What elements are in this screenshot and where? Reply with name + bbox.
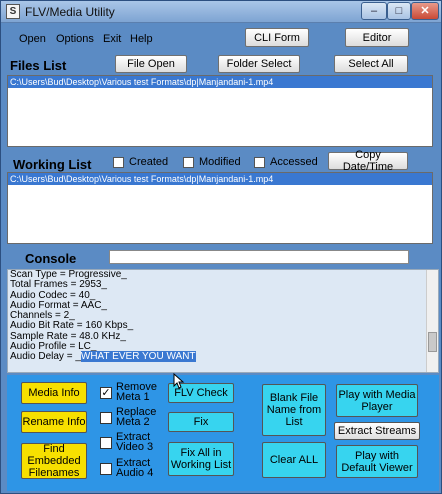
play-default-viewer-button[interactable]: Play with Default Viewer [336, 445, 418, 478]
folder-select-button[interactable]: Folder Select [218, 55, 300, 73]
files-list-label: Files List [10, 58, 67, 73]
console-lines: Scan Type = Progressive_ Total Frames = 2… [8, 270, 438, 352]
minimize-button[interactable]: – [361, 2, 387, 20]
file-open-button[interactable]: File Open [115, 55, 187, 73]
play-media-player-button[interactable]: Play with Media Player [336, 384, 418, 417]
fix-button[interactable]: Fix [168, 412, 234, 432]
files-listbox[interactable]: C:\Users\Bud\Desktop\Various test Format… [7, 75, 433, 147]
console-label: Console [25, 251, 77, 266]
main-window: S FLV/Media Utility – □ ✕ Open Options E… [0, 0, 442, 494]
cli-form-button[interactable]: CLI Form [245, 28, 309, 47]
media-info-button[interactable]: Media Info [21, 382, 87, 404]
checkbox-box[interactable] [254, 156, 265, 168]
mouse-cursor-icon [173, 373, 185, 389]
maximize-button[interactable]: □ [387, 2, 411, 20]
checkbox-box[interactable] [183, 156, 194, 168]
menu-exit[interactable]: Exit [103, 33, 121, 45]
checkbox-box[interactable] [113, 156, 124, 168]
menu-options[interactable]: Options [56, 33, 94, 45]
extract-video3-label: Extract Video 3 [116, 431, 154, 453]
blank-file-name-button[interactable]: Blank File Name from List [262, 384, 326, 436]
modified-checkbox[interactable]: Modified [183, 156, 241, 168]
fix-all-working-list-button[interactable]: Fix All in Working List [168, 442, 234, 476]
app-icon: S [6, 4, 20, 19]
console-line: Audio Delay = _WHAT EVER YOU WANT [8, 351, 438, 363]
working-listbox[interactable]: C:\Users\Bud\Desktop\Various test Format… [7, 172, 433, 244]
replace-meta2-checkbox[interactable] [100, 412, 112, 424]
created-checkbox[interactable]: Created [113, 156, 168, 168]
console-scrollbar[interactable] [426, 270, 438, 372]
working-list-label: Working List [13, 157, 92, 172]
copy-date-time-button[interactable]: Copy Date/Time [328, 149, 408, 173]
clear-all-button[interactable]: Clear ALL [262, 442, 326, 478]
extract-audio4-checkbox[interactable] [100, 463, 112, 475]
created-label: Created [129, 156, 169, 168]
modified-label: Modified [199, 156, 241, 168]
action-panel: Media Info Rename Info Find Embedded Fil… [7, 375, 439, 491]
window-title: FLV/Media Utility [25, 5, 115, 19]
rename-info-button[interactable]: Rename Info [21, 411, 87, 433]
remove-meta1-checkbox[interactable]: ✓ [100, 387, 112, 399]
list-item[interactable]: C:\Users\Bud\Desktop\Various test Format… [8, 76, 432, 88]
find-embedded-filenames-button[interactable]: Find Embedded Filenames [21, 443, 87, 479]
menu-help[interactable]: Help [130, 33, 153, 45]
list-item[interactable]: C:\Users\Bud\Desktop\Various test Format… [8, 173, 432, 185]
title-bar[interactable]: S FLV/Media Utility – □ ✕ [1, 1, 441, 23]
extract-audio4-label: Extract Audio 4 [116, 457, 154, 479]
console-selection: WHAT EVER YOU WANT [80, 351, 196, 363]
accessed-checkbox[interactable]: Accessed [254, 156, 318, 168]
replace-meta2-label: Replace Meta 2 [116, 406, 157, 428]
console-output[interactable]: Scan Type = Progressive_ Total Frames = 2… [7, 269, 439, 373]
accessed-label: Accessed [270, 156, 318, 168]
scrollbar-thumb[interactable] [428, 332, 437, 352]
console-input[interactable] [109, 250, 409, 264]
menu-open[interactable]: Open [19, 33, 46, 45]
select-all-button[interactable]: Select All [334, 55, 408, 73]
console-last-prefix: Audio Delay = _ [10, 351, 81, 363]
editor-button[interactable]: Editor [345, 28, 409, 47]
extract-streams-button[interactable]: Extract Streams [334, 422, 420, 440]
extract-video3-checkbox[interactable] [100, 437, 112, 449]
close-button[interactable]: ✕ [411, 2, 439, 20]
remove-meta1-label: Remove Meta 1 [116, 381, 157, 403]
